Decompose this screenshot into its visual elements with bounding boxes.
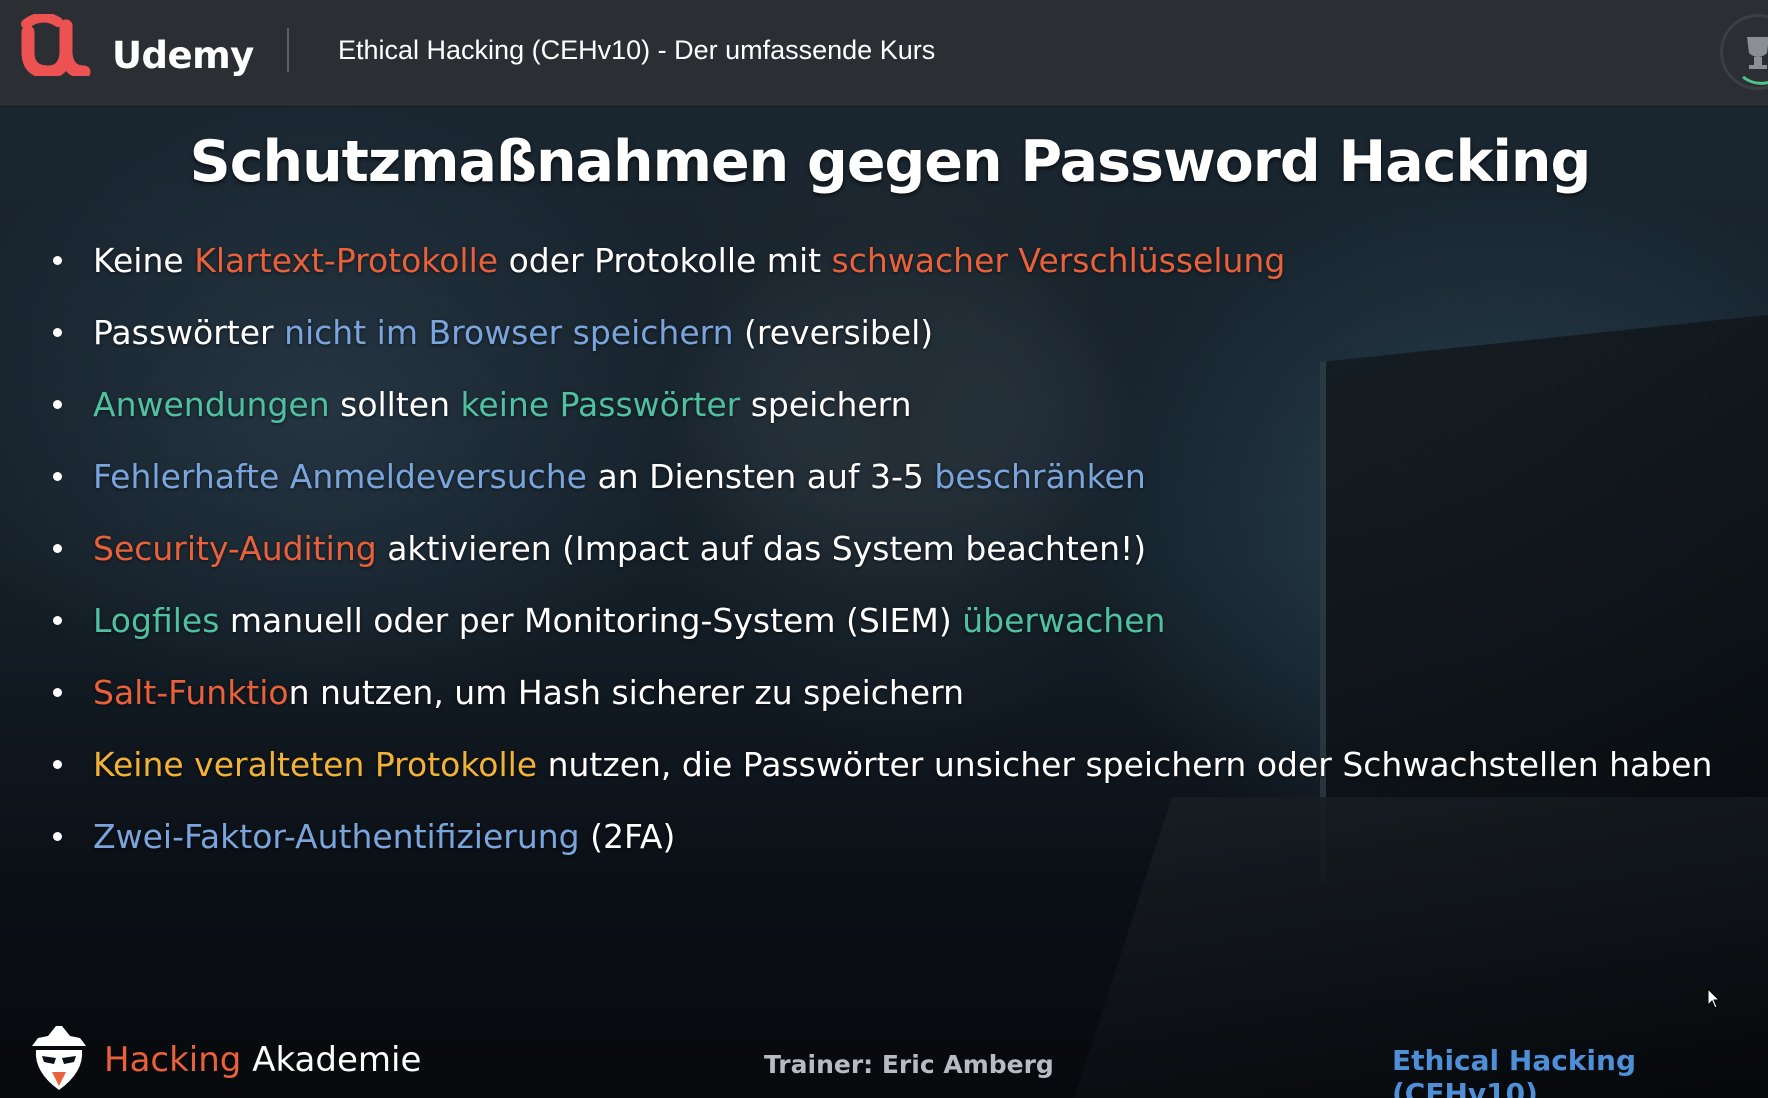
mouse-cursor-icon: [1707, 988, 1721, 1009]
bullet-dot-icon: [53, 616, 62, 625]
bullet-text-segment: Zwei-Faktor-Authentifizierung: [93, 817, 580, 856]
udemy-wordmark: Udemy: [112, 34, 254, 77]
udemy-logo-icon: [21, 14, 91, 76]
bullet-text-segment: n nutzen, um Hash sicherer zu speichern: [288, 673, 965, 712]
bullet-text-segment: Klartext-Protokolle: [194, 241, 499, 280]
bullet-text-segment: Fehlerhafte Anmeldeversuche: [93, 457, 587, 496]
bullet-text-segment: schwacher Verschlüsselung: [831, 241, 1286, 280]
brand-hacking: Hacking: [104, 1040, 242, 1080]
course-title: Ethical Hacking (CEHv10) - Der umfassend…: [338, 35, 936, 65]
video-slide[interactable]: Schutzmaßnahmen gegen Password Hacking K…: [0, 107, 1768, 1098]
bullet-text-segment: Security-Auditing: [93, 529, 377, 568]
hacking-akademie-brand: Hacking Akademie: [104, 1040, 421, 1080]
hacker-mask-icon: [32, 1026, 86, 1090]
bullet-text-segment: speichern: [740, 385, 912, 424]
bullet-item: Anwendungen sollten keine Passwörter spe…: [50, 381, 1750, 453]
bullet-text-segment: aktivieren (Impact auf das System beacht…: [376, 529, 1147, 568]
bullet-text-segment: manuell oder per Monitoring-System (SIEM…: [219, 601, 963, 640]
bullet-item: Salt-Funktion nutzen, um Hash sicherer z…: [50, 669, 1750, 741]
bullet-list: Keine Klartext-Protokolle oder Protokoll…: [50, 237, 1750, 885]
bullet-text-segment: überwachen: [962, 601, 1166, 640]
bullet-text-segment: Salt-Funktio: [93, 673, 289, 712]
trainer-name: Trainer: Eric Amberg: [764, 1050, 1054, 1079]
bullet-dot-icon: [53, 688, 62, 697]
bullet-text-segment: Anwendungen: [93, 385, 330, 424]
bullet-text-segment: Logfiles: [93, 601, 220, 640]
udemy-home-link[interactable]: Udemy: [18, 14, 254, 92]
bullet-text-segment: Passwörter: [93, 313, 285, 352]
bullet-dot-icon: [53, 328, 62, 337]
bullet-item: Security-Auditing aktivieren (Impact auf…: [50, 525, 1750, 597]
bullet-text-segment: (reversibel): [733, 313, 934, 352]
bullet-dot-icon: [53, 544, 62, 553]
slide-title: Schutzmaßnahmen gegen Password Hacking: [189, 129, 1592, 195]
progress-trophy-button[interactable]: [1720, 14, 1768, 90]
bullet-dot-icon: [53, 400, 62, 409]
bullet-item: Passwörter nicht im Browser speichern (r…: [50, 309, 1750, 381]
bullet-item: Logfiles manuell oder per Monitoring-Sys…: [50, 597, 1750, 669]
trophy-icon: [1742, 37, 1768, 85]
bullet-text-segment: nicht im Browser speichern: [284, 313, 734, 352]
bullet-dot-icon: [53, 256, 62, 265]
bullet-dot-icon: [53, 760, 62, 769]
bullet-text-segment: an Diensten auf 3-5: [587, 457, 935, 496]
bullet-text-segment: keine Passwörter: [460, 385, 741, 424]
bullet-text-segment: nutzen, die Passwörter unsicher speicher…: [537, 745, 1713, 784]
bullet-dot-icon: [53, 832, 62, 841]
top-bar: Udemy Ethical Hacking (CEHv10) - Der umf…: [0, 0, 1768, 107]
bullet-text-segment: (2FA): [579, 817, 676, 856]
brand-akademie: Akademie: [252, 1040, 422, 1080]
header-divider: [287, 28, 289, 72]
footer-course-name: Ethical Hacking (CEHv10): [1392, 1044, 1637, 1098]
bullet-text-segment: Keine veralteten Protokolle: [93, 745, 538, 784]
bullet-item: Keine veralteten Protokolle nutzen, die …: [50, 741, 1750, 813]
bullet-text-segment: sollten: [329, 385, 461, 424]
bullet-text-segment: oder Protokolle mit: [498, 241, 832, 280]
bullet-item: Zwei-Faktor-Authentifizierung (2FA): [50, 813, 1750, 885]
bullet-item: Fehlerhafte Anmeldeversuche an Diensten …: [50, 453, 1750, 525]
bullet-item: Keine Klartext-Protokolle oder Protokoll…: [50, 237, 1750, 309]
bullet-dot-icon: [53, 472, 62, 481]
bullet-text-segment: Keine: [93, 241, 195, 280]
bullet-text-segment: beschränken: [934, 457, 1146, 496]
